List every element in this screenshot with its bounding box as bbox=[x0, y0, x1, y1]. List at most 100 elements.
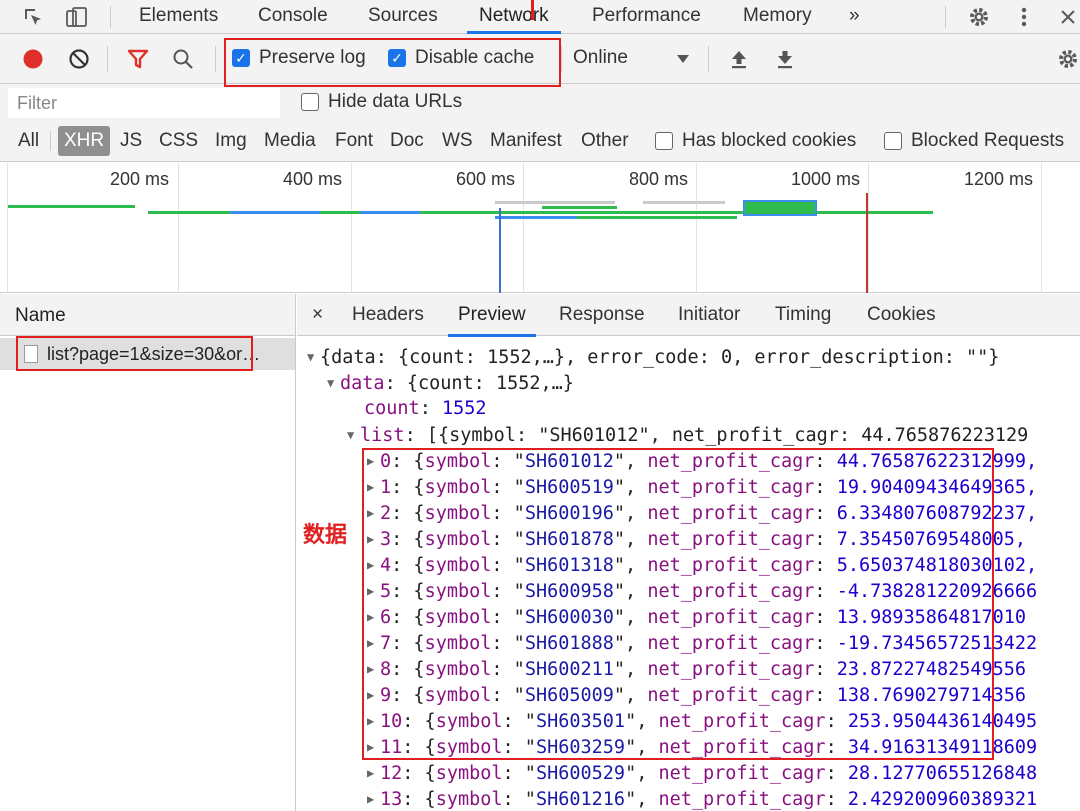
more-tabs-button[interactable]: » bbox=[849, 0, 860, 33]
type-filter-doc[interactable]: Doc bbox=[390, 126, 424, 156]
checkbox-unchecked-icon bbox=[884, 132, 902, 150]
type-filter-manifest[interactable]: Manifest bbox=[490, 126, 562, 156]
tab-elements[interactable]: Elements bbox=[139, 0, 218, 33]
filter-bar: Filter Hide data URLs All XHR JS CSS Img… bbox=[0, 84, 1080, 162]
tab-preview[interactable]: Preview bbox=[448, 294, 536, 337]
divider bbox=[107, 46, 108, 72]
type-filter-media[interactable]: Media bbox=[264, 126, 316, 156]
json-symbol: SH601216 bbox=[535, 789, 626, 810]
devtools-tab-bar: Elements Console Sources Network Perform… bbox=[0, 0, 1080, 34]
inspect-cursor-icon[interactable] bbox=[20, 5, 46, 29]
divider bbox=[945, 6, 946, 28]
type-filter-font[interactable]: Font bbox=[335, 126, 373, 156]
json-list-item[interactable]: ▶ 13: {symbol: "SH601216", net_profit_cag… bbox=[367, 786, 1037, 811]
tick-label: 400 ms bbox=[283, 169, 343, 189]
tab-sources[interactable]: Sources bbox=[368, 0, 438, 33]
blocked-requests-checkbox[interactable]: Blocked Requests bbox=[884, 130, 1064, 152]
clear-icon[interactable] bbox=[67, 47, 91, 71]
has-blocked-cookies-checkbox[interactable]: Has blocked cookies bbox=[655, 130, 856, 152]
divider bbox=[215, 46, 216, 72]
tab-network[interactable]: Network bbox=[467, 0, 561, 34]
close-icon[interactable] bbox=[1056, 5, 1080, 29]
network-settings-gear-icon[interactable] bbox=[1056, 47, 1080, 71]
checkbox-unchecked-icon bbox=[655, 132, 673, 150]
json-key: net_profit_cagr bbox=[658, 789, 826, 810]
type-filter-ws[interactable]: WS bbox=[442, 126, 473, 156]
collapsed-triangle-icon: ▶ bbox=[367, 792, 375, 806]
hide-data-urls-checkbox[interactable]: Hide data URLs bbox=[301, 91, 462, 113]
upload-icon[interactable] bbox=[728, 47, 750, 71]
expanded-triangle-icon: ▼ bbox=[307, 350, 315, 364]
json-data-summary: {count: 1552,…} bbox=[406, 373, 574, 394]
json-index: 13 bbox=[380, 789, 403, 810]
grid-line bbox=[1041, 163, 1042, 293]
tick-label: 800 ms bbox=[629, 169, 689, 189]
json-list-summary: [{symbol: "SH601012", net_profit_cagr: 4… bbox=[426, 425, 1029, 446]
tab-console[interactable]: Console bbox=[258, 0, 328, 33]
name-column-header[interactable]: Name bbox=[0, 294, 295, 336]
tab-cookies[interactable]: Cookies bbox=[867, 294, 936, 336]
json-key: list bbox=[360, 425, 405, 446]
expanded-triangle-icon: ▼ bbox=[347, 428, 355, 442]
type-filter-img[interactable]: Img bbox=[215, 126, 247, 156]
divider bbox=[708, 46, 709, 72]
json-key: symbol bbox=[435, 789, 503, 810]
download-icon[interactable] bbox=[774, 47, 796, 71]
waterfall-bar bbox=[360, 211, 420, 214]
filter-icon[interactable] bbox=[126, 47, 150, 71]
divider bbox=[50, 131, 51, 151]
tab-performance[interactable]: Performance bbox=[592, 0, 701, 33]
kebab-menu-icon[interactable] bbox=[1014, 5, 1034, 29]
waterfall-bar bbox=[495, 201, 615, 204]
json-root-summary: {data: {count: 1552,…}, error_code: 0, e… bbox=[320, 347, 1000, 368]
tab-headers[interactable]: Headers bbox=[352, 294, 424, 336]
grid-line bbox=[868, 163, 869, 293]
timeline-overview[interactable]: 200 ms 400 ms 600 ms 800 ms 1000 ms 1200… bbox=[0, 163, 1080, 293]
record-icon[interactable] bbox=[22, 47, 44, 71]
chevron-down-icon[interactable] bbox=[676, 47, 690, 71]
gear-icon[interactable] bbox=[966, 5, 992, 29]
tab-response[interactable]: Response bbox=[559, 294, 645, 336]
grid-line bbox=[7, 163, 8, 293]
type-filter-other[interactable]: Other bbox=[581, 126, 629, 156]
collapsed-triangle-icon: ▶ bbox=[367, 766, 375, 780]
divider bbox=[110, 6, 111, 28]
waterfall-bar bbox=[542, 206, 617, 209]
json-data-line[interactable]: ▼ data: {count: 1552,…} bbox=[327, 370, 574, 396]
load-event-marker bbox=[866, 193, 868, 293]
json-cagr: 2.429200960389321 bbox=[847, 789, 1038, 810]
filter-input[interactable]: Filter bbox=[8, 88, 280, 118]
type-filter-all[interactable]: All bbox=[18, 126, 39, 156]
json-list-item[interactable]: ▶ 12: {symbol: "SH600529", net_profit_cag… bbox=[367, 760, 1037, 786]
tick-label: 600 ms bbox=[456, 169, 516, 189]
throttling-value: Online bbox=[573, 47, 628, 68]
divider bbox=[561, 46, 562, 72]
annotation-box-checkboxes bbox=[224, 38, 561, 87]
tick-label: 200 ms bbox=[110, 169, 170, 189]
json-list-line[interactable]: ▼ list: [{symbol: "SH601012", net_profit_… bbox=[347, 422, 1028, 448]
expanded-triangle-icon: ▼ bbox=[327, 376, 335, 390]
json-count-line: count: 1552 bbox=[364, 398, 487, 419]
type-filter-js[interactable]: JS bbox=[120, 126, 142, 156]
json-root-line[interactable]: ▼ {data: {count: 1552,…}, error_code: 0, … bbox=[307, 344, 999, 370]
close-detail-button[interactable]: × bbox=[312, 294, 323, 336]
waterfall-bar bbox=[230, 211, 320, 214]
checkbox-unchecked-icon bbox=[301, 93, 319, 111]
throttling-select[interactable]: Online bbox=[573, 47, 628, 69]
search-icon[interactable] bbox=[171, 47, 195, 71]
annotation-box-data bbox=[362, 448, 994, 760]
tab-memory[interactable]: Memory bbox=[743, 0, 812, 33]
tab-initiator[interactable]: Initiator bbox=[678, 294, 740, 336]
type-filter-css[interactable]: CSS bbox=[159, 126, 198, 156]
waterfall-bar bbox=[8, 205, 135, 208]
tick-label: 1200 ms bbox=[964, 169, 1034, 189]
hide-data-urls-label: Hide data URLs bbox=[328, 91, 463, 112]
device-toggle-icon[interactable] bbox=[64, 5, 90, 29]
waterfall-bar bbox=[577, 216, 737, 219]
tab-timing[interactable]: Timing bbox=[775, 294, 831, 336]
json-index: 12 bbox=[380, 763, 403, 784]
annotation-label: 数据 bbox=[303, 523, 348, 548]
json-key: count bbox=[364, 398, 420, 419]
dom-content-loaded-marker bbox=[499, 208, 501, 293]
type-filter-xhr[interactable]: XHR bbox=[58, 126, 111, 156]
